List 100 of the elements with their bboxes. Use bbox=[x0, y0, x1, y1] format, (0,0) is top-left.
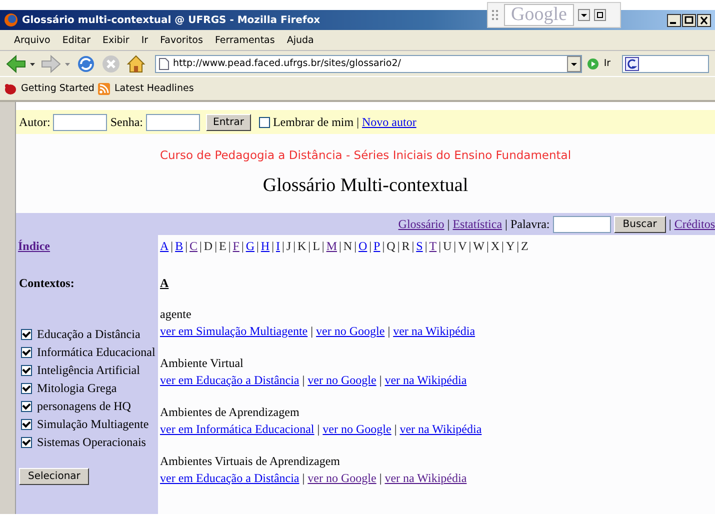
page-title: Glossário Multi-contextual bbox=[262, 175, 470, 198]
input-field[interactable] bbox=[53, 114, 108, 130]
checkbox[interactable] bbox=[21, 329, 32, 340]
checkbox-label: Simulação Multiagente bbox=[37, 417, 149, 432]
letter-link[interactable]: T bbox=[429, 239, 437, 254]
checkbox[interactable] bbox=[258, 116, 270, 128]
entry-link[interactable]: ver no Google bbox=[308, 372, 376, 389]
go-icon[interactable] bbox=[586, 58, 599, 70]
maximize-icon[interactable] bbox=[682, 14, 696, 26]
letter-text: Z bbox=[521, 239, 528, 254]
separator: | bbox=[369, 239, 372, 254]
menu-item[interactable]: Ir bbox=[141, 34, 148, 46]
menu-item[interactable]: Exibir bbox=[102, 34, 130, 46]
entry-link[interactable]: ver em Educação a Distância bbox=[160, 372, 300, 389]
entry-link[interactable]: ver em Simulação Multiagente bbox=[160, 323, 308, 340]
checkbox[interactable] bbox=[21, 347, 32, 358]
letter-link[interactable]: A bbox=[160, 239, 169, 254]
home-icon[interactable] bbox=[126, 54, 146, 74]
letter-link[interactable]: G bbox=[246, 239, 255, 254]
letter-text: V bbox=[458, 239, 467, 254]
checkbox[interactable] bbox=[21, 365, 32, 376]
section-heading: A bbox=[160, 276, 169, 291]
select-button[interactable]: Selecionar bbox=[19, 468, 90, 485]
separator: | bbox=[228, 239, 231, 254]
letter-link[interactable]: O bbox=[358, 239, 368, 254]
bookmark-link[interactable]: Getting Started bbox=[21, 83, 94, 94]
entry-link[interactable]: ver no Google bbox=[316, 323, 385, 340]
index-link[interactable]: Índice bbox=[18, 239, 50, 254]
term-text: Ambiente Virtual bbox=[160, 355, 244, 372]
go-button[interactable]: Ir bbox=[604, 58, 611, 69]
refresh-icon[interactable] bbox=[76, 54, 96, 74]
separator: | bbox=[170, 239, 174, 254]
separator: | bbox=[282, 239, 284, 254]
letter-text: R bbox=[402, 239, 410, 254]
input-field[interactable] bbox=[146, 114, 200, 130]
field-label: Palavra: bbox=[510, 216, 550, 232]
separator: | bbox=[338, 239, 342, 254]
checkbox[interactable] bbox=[21, 419, 32, 430]
search-button[interactable]: Buscar bbox=[614, 216, 666, 232]
letter-text: K bbox=[297, 239, 306, 254]
letter-text: D bbox=[204, 239, 213, 254]
separator: | bbox=[308, 239, 311, 254]
grip-icon bbox=[492, 10, 500, 20]
separator: | bbox=[302, 372, 305, 389]
letter-text: N bbox=[343, 239, 352, 254]
separator: | bbox=[454, 239, 456, 254]
restore-icon[interactable] bbox=[594, 9, 606, 21]
letter-text: Q bbox=[386, 239, 396, 254]
letter-text: E bbox=[219, 239, 226, 254]
dropdown-icon[interactable] bbox=[578, 9, 590, 21]
letter-link[interactable]: I bbox=[276, 239, 280, 254]
checkbox[interactable] bbox=[21, 383, 32, 394]
search-field[interactable] bbox=[552, 216, 611, 232]
letter-link[interactable]: P bbox=[374, 239, 380, 254]
letter-link[interactable]: H bbox=[260, 239, 270, 254]
letter-link[interactable]: B bbox=[175, 239, 184, 254]
close-icon[interactable] bbox=[697, 14, 711, 26]
separator: | bbox=[322, 239, 324, 254]
letter-link[interactable]: M bbox=[326, 239, 337, 254]
minimize-icon[interactable] bbox=[667, 14, 681, 26]
nav-link[interactable]: Estatística bbox=[452, 216, 502, 232]
separator: | bbox=[394, 421, 397, 438]
back-arrow-icon[interactable] bbox=[6, 54, 36, 74]
menu-item[interactable]: Favoritos bbox=[160, 34, 203, 46]
entry-link[interactable]: ver no Google bbox=[322, 421, 392, 438]
menu-item[interactable]: Arquivo bbox=[14, 34, 50, 46]
entry-link[interactable]: ver na Wikipédia bbox=[393, 323, 476, 340]
dropdown-icon[interactable] bbox=[566, 56, 581, 72]
checkbox-label: Inteligência Artificial bbox=[37, 363, 140, 378]
term-text: agente bbox=[160, 306, 192, 323]
letter-text: W bbox=[473, 239, 484, 254]
page-icon bbox=[159, 58, 169, 70]
letter-link[interactable]: S bbox=[416, 239, 423, 254]
separator: | bbox=[382, 239, 385, 254]
entry-link[interactable]: ver em Informática Educacional bbox=[160, 421, 314, 438]
entry-link[interactable]: ver em Educação a Distância bbox=[160, 470, 300, 487]
menu-item[interactable]: Ferramentas bbox=[214, 34, 275, 46]
new-author-link[interactable]: Novo autor bbox=[362, 114, 416, 130]
credits-link[interactable]: Créditos bbox=[674, 216, 715, 232]
entry-link[interactable]: ver na Wikipédia bbox=[400, 421, 482, 438]
menu-item[interactable]: Ajuda bbox=[286, 34, 314, 46]
menu-item[interactable]: Editar bbox=[62, 34, 90, 46]
checkbox[interactable] bbox=[21, 437, 32, 448]
separator: | bbox=[379, 372, 382, 389]
entry-link[interactable]: ver no Google bbox=[308, 470, 376, 487]
checkbox[interactable] bbox=[21, 401, 32, 412]
letter-link[interactable]: F bbox=[232, 239, 240, 254]
separator: | bbox=[447, 216, 450, 232]
bookmark-link[interactable]: Latest Headlines bbox=[114, 83, 194, 94]
firefox-icon bbox=[4, 13, 18, 27]
entry-link[interactable]: ver na Wikipédia bbox=[384, 372, 467, 389]
letter-text: Y bbox=[506, 239, 515, 254]
nav-link[interactable]: Glossário bbox=[398, 216, 444, 232]
letter-text: L bbox=[312, 239, 320, 254]
address-bar[interactable]: http://www.pead.faced.ufrgs.br/sites/glossario2/ bbox=[155, 54, 582, 72]
entry-link[interactable]: ver na Wikipédia bbox=[384, 470, 467, 487]
letter-link[interactable]: C bbox=[190, 239, 198, 254]
search-field[interactable] bbox=[622, 54, 709, 72]
separator: | bbox=[502, 239, 504, 254]
login-button[interactable]: Entrar bbox=[206, 114, 251, 130]
